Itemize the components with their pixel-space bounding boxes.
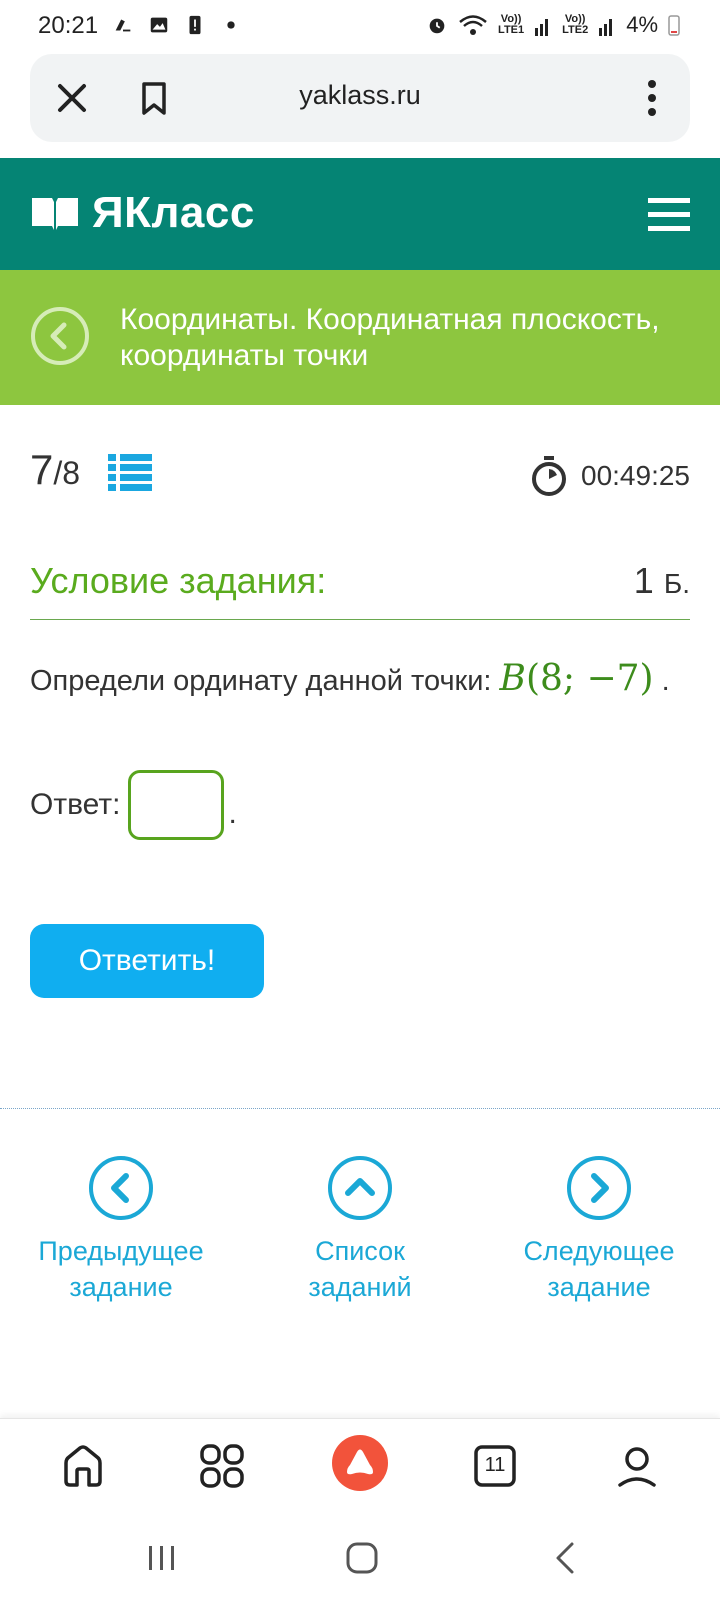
prev-chevron-icon[interactable] — [87, 1154, 155, 1222]
back-icon[interactable] — [546, 1538, 586, 1578]
topic-bar: Координаты. Координатная плоскость, коор… — [0, 270, 720, 405]
topic-title: Координаты. Координатная плоскость, коор… — [120, 303, 660, 372]
status-notification-icons — [112, 14, 242, 36]
stopwatch-icon — [532, 456, 566, 496]
task-total: /8 — [53, 455, 81, 491]
question-text: Определи ординату данной точки: — [30, 665, 492, 697]
services-grid-icon[interactable] — [197, 1441, 247, 1491]
point-name: B — [499, 658, 526, 699]
point-expression: B(8; −7) — [500, 658, 654, 699]
wifi-icon — [459, 15, 487, 35]
gallery-icon — [150, 17, 168, 33]
task-list-label[interactable]: Список заданий — [260, 1233, 460, 1305]
tabs-button[interactable]: 11 — [470, 1441, 520, 1491]
next-task-label[interactable]: Следующее задание — [499, 1233, 699, 1305]
lte2-label: LTE2 — [562, 24, 589, 36]
prev-line1[interactable]: Предыдущее — [38, 1236, 203, 1266]
recent-apps-icon[interactable] — [142, 1538, 182, 1578]
home-button-icon[interactable] — [342, 1538, 382, 1578]
profile-icon[interactable] — [612, 1441, 662, 1491]
timer-value: 00:49:25 — [581, 460, 690, 491]
question: Определи ординату данной точки: B(8; −7)… — [30, 658, 670, 699]
task-list-icon[interactable] — [108, 452, 152, 492]
signal2-bars-icon — [599, 19, 613, 36]
divider — [0, 1108, 720, 1109]
browser-url-bar[interactable]: yaklass.ru — [30, 54, 690, 142]
alarm-icon — [429, 18, 445, 34]
lte2-signal-icon: Vo)) LTE2 — [562, 14, 588, 36]
list-line1[interactable]: Список — [315, 1236, 405, 1266]
battery-icon — [668, 15, 680, 36]
list-line2[interactable]: заданий — [308, 1272, 411, 1302]
points-unit: Б. — [663, 568, 690, 599]
dot-icon — [227, 21, 235, 29]
signal1-bars-icon — [535, 19, 549, 36]
site-header: ЯКласс — [0, 158, 720, 270]
home-icon[interactable] — [58, 1441, 108, 1491]
status-bar: 20:21 Vo)) LTE1 Vo)) LTE2 4% — [0, 0, 720, 52]
battery-percent: 4% — [626, 12, 658, 37]
lte1-label: LTE1 — [498, 24, 525, 36]
next-task-link[interactable]: Следующее задание — [499, 1154, 699, 1305]
lte1-signal-icon: Vo)) LTE1 — [498, 14, 524, 36]
site-logo[interactable]: ЯКласс — [30, 188, 255, 238]
timer: 00:49:25 — [531, 456, 690, 496]
task-counter: 7/8 — [30, 446, 80, 494]
alice-assistant-icon[interactable] — [330, 1433, 390, 1493]
question-end: . — [661, 665, 670, 697]
tabs-count[interactable]: 11 — [470, 1454, 520, 1477]
answer-label: Ответ: — [30, 788, 121, 821]
point-coords: (8; −7) — [525, 658, 654, 699]
system-navigation-bar — [0, 1518, 720, 1600]
next-chevron-icon[interactable] — [565, 1154, 633, 1222]
more-menu-icon[interactable] — [642, 76, 662, 120]
logo-text: ЯКласс — [92, 188, 255, 237]
next-line2[interactable]: задание — [547, 1272, 650, 1302]
answer-end: . — [228, 797, 237, 830]
task-current: 7 — [30, 446, 54, 493]
back-chevron-icon[interactable] — [30, 306, 90, 366]
browser-bottom-bar: 11 — [0, 1418, 720, 1518]
call-icon — [115, 19, 131, 32]
status-system-icons: Vo)) LTE1 Vo)) LTE2 4% — [426, 12, 680, 38]
book-logo-icon — [32, 198, 78, 230]
answer-row: Ответ: . — [30, 770, 237, 840]
condition-title: Условие задания: — [30, 560, 327, 601]
next-line1[interactable]: Следующее — [523, 1236, 674, 1266]
prev-task-label[interactable]: Предыдущее задание — [21, 1233, 221, 1305]
prev-line2[interactable]: задание — [69, 1272, 172, 1302]
task-list-link[interactable]: Список заданий — [260, 1154, 460, 1305]
condition-header: Условие задания: 1 Б. — [30, 560, 690, 620]
status-time: 20:21 — [38, 12, 99, 39]
answer-input[interactable] — [128, 770, 225, 840]
up-chevron-icon[interactable] — [326, 1154, 394, 1222]
prev-task-link[interactable]: Предыдущее задание — [21, 1154, 221, 1305]
url-text[interactable]: yaklass.ru — [30, 80, 690, 111]
alert-icon — [189, 15, 201, 35]
points: 1 Б. — [634, 560, 690, 602]
hamburger-menu-icon[interactable] — [648, 198, 690, 232]
points-value: 1 — [633, 560, 654, 601]
submit-answer-button[interactable]: Ответить! — [30, 924, 264, 998]
